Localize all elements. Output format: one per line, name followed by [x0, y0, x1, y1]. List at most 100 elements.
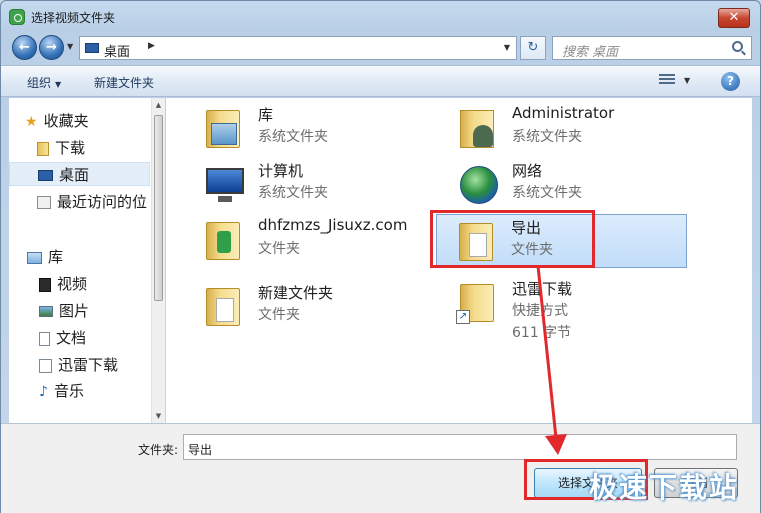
title-bar: 选择视频文件夹 ✕ [1, 1, 760, 31]
file-item-computer[interactable]: 计算机 系统文件夹 [184, 158, 434, 212]
command-bar: 组织 ▼ 新建文件夹 ▼ ? [1, 65, 760, 97]
help-button[interactable]: ? [721, 72, 740, 91]
view-dropdown-icon[interactable]: ▼ [684, 76, 690, 85]
back-button[interactable]: ← [12, 35, 37, 60]
shortcut-arrow-icon: ↗ [456, 310, 470, 324]
video-library-icon [39, 277, 51, 292]
navigation-tree: ★ 收藏夹 下载 桌面 最近访问的位 库 视频 图片 文档 迅雷下载 ♪ 音乐 [9, 98, 150, 423]
navigation-pane: ★ 收藏夹 下载 桌面 最近访问的位 库 视频 图片 文档 迅雷下载 ♪ 音乐 … [9, 98, 165, 423]
libraries-folder-icon [202, 106, 246, 150]
folder-label: 文件夹: [138, 443, 179, 457]
sidebar-item-label: 最近访问的位 [57, 193, 148, 211]
desktop-icon [85, 43, 99, 53]
file-type: 系统文件夹 [512, 185, 582, 201]
file-name: 新建文件夹 [258, 284, 334, 302]
file-name: 计算机 [258, 162, 304, 180]
file-item-network[interactable]: 网络 系统文件夹 [438, 158, 688, 212]
file-name: 导出 [511, 219, 542, 237]
file-size: 611 字节 [512, 325, 572, 341]
shortcut-folder-icon: ↗ [456, 280, 500, 324]
sidebar-item-videos[interactable]: 视频 [39, 272, 150, 296]
pictures-library-icon [39, 306, 53, 317]
window-title: 选择视频文件夹 [31, 11, 116, 25]
file-item-xunlei-shortcut[interactable]: ↗ 迅雷下载 快捷方式 611 字节 [438, 276, 688, 346]
nav-pane-scrollbar[interactable]: ▲ ▼ [151, 98, 165, 423]
star-icon: ★ [25, 113, 38, 130]
scroll-up-icon[interactable]: ▲ [152, 98, 165, 112]
sidebar-item-label: 桌面 [59, 166, 90, 184]
sidebar-item-libraries[interactable]: 库 [27, 245, 150, 269]
sidebar-item-label: 音乐 [53, 382, 84, 400]
file-item-new-folder[interactable]: 新建文件夹 文件夹 [184, 280, 434, 334]
chevron-down-icon: ▼ [55, 80, 62, 89]
xunlei-folder-icon [39, 358, 52, 373]
network-globe-icon [456, 162, 500, 206]
sidebar-item-music[interactable]: ♪ 音乐 [39, 379, 150, 403]
green-folder-icon [202, 218, 246, 262]
file-type: 系统文件夹 [258, 185, 328, 201]
sidebar-item-label: 视频 [57, 275, 88, 293]
breadcrumb-desktop[interactable]: 桌面 [104, 41, 130, 60]
address-bar[interactable]: 桌面 ▶ ▼ [79, 36, 517, 60]
file-type: 文件夹 [511, 242, 553, 258]
file-type: 系统文件夹 [258, 129, 328, 145]
folder-icon [202, 284, 246, 328]
forward-button[interactable]: → [39, 35, 64, 60]
sidebar-item-documents[interactable]: 文档 [39, 326, 150, 350]
scrollbar-thumb[interactable] [154, 115, 163, 301]
file-name: 库 [258, 106, 274, 124]
library-icon [27, 251, 42, 264]
folder-icon [455, 219, 499, 263]
search-icon[interactable] [732, 41, 743, 52]
file-item-administrator[interactable]: Administrator 系统文件夹 [438, 102, 688, 156]
breadcrumb-arrow-icon[interactable]: ▶ [148, 41, 155, 51]
new-folder-button[interactable]: 新建文件夹 [94, 74, 154, 91]
sidebar-item-label: 文档 [56, 329, 87, 347]
address-dropdown-icon[interactable]: ▼ [504, 43, 510, 52]
navigation-row: ← → ▼ 桌面 ▶ ▼ ↻ 搜索 桌面 [1, 33, 760, 63]
sidebar-item-desktop[interactable]: 桌面 [9, 162, 150, 186]
view-options-icon[interactable] [659, 74, 675, 88]
sidebar-item-downloads[interactable]: 下载 [37, 136, 150, 160]
organize-label: 组织 [27, 76, 52, 90]
file-list-pane: 库 系统文件夹 Administrator 系统文件夹 计算机 系统文件夹 网络… [166, 98, 752, 423]
file-type: 文件夹 [258, 241, 300, 257]
file-name: 迅雷下载 [512, 280, 573, 298]
file-item-dhfzmzs[interactable]: dhfzmzs_Jisuxz.com 文件夹 [184, 214, 434, 268]
sidebar-item-label: 图片 [59, 302, 90, 320]
sidebar-item-favorites[interactable]: ★ 收藏夹 [25, 109, 150, 133]
desktop-icon [38, 170, 53, 181]
file-name: 网络 [512, 162, 543, 180]
refresh-button[interactable]: ↻ [520, 36, 546, 60]
sidebar-item-xunlei[interactable]: 迅雷下载 [39, 353, 150, 377]
user-folder-icon [456, 106, 500, 150]
app-icon [9, 9, 25, 25]
close-button[interactable]: ✕ [718, 8, 750, 28]
recent-places-icon [37, 196, 51, 209]
search-input[interactable]: 搜索 桌面 [552, 36, 752, 60]
scroll-down-icon[interactable]: ▼ [152, 409, 165, 423]
file-type: 快捷方式 [512, 303, 568, 319]
sidebar-item-label: 下载 [55, 139, 86, 157]
file-type: 文件夹 [258, 307, 300, 323]
watermark: 极速下载站 [589, 471, 740, 504]
sidebar-item-label: 迅雷下载 [58, 356, 119, 374]
file-item-libraries[interactable]: 库 系统文件夹 [184, 102, 434, 156]
file-name: Administrator [512, 104, 615, 122]
search-placeholder: 搜索 桌面 [562, 45, 619, 60]
file-type: 系统文件夹 [512, 129, 582, 145]
music-library-icon: ♪ [39, 383, 48, 400]
sidebar-item-pictures[interactable]: 图片 [39, 299, 150, 323]
folder-icon [37, 141, 49, 156]
folder-name-field[interactable]: 导出 [183, 434, 737, 460]
file-item-export[interactable]: 导出 文件夹 [436, 214, 687, 268]
sidebar-item-label: 库 [48, 248, 64, 266]
recent-locations-chevron-icon[interactable]: ▼ [67, 42, 73, 51]
sidebar-item-recent-places[interactable]: 最近访问的位 [37, 190, 150, 214]
file-name: dhfzmzs_Jisuxz.com [258, 216, 408, 234]
sidebar-item-label: 收藏夹 [43, 112, 89, 130]
organize-menu-button[interactable]: 组织 ▼ [27, 74, 61, 91]
file-dialog-window: 选择视频文件夹 ✕ ← → ▼ 桌面 ▶ ▼ ↻ 搜索 桌面 组织 ▼ 新建文件夹… [0, 0, 761, 513]
computer-icon [202, 162, 246, 206]
documents-library-icon [39, 331, 50, 346]
